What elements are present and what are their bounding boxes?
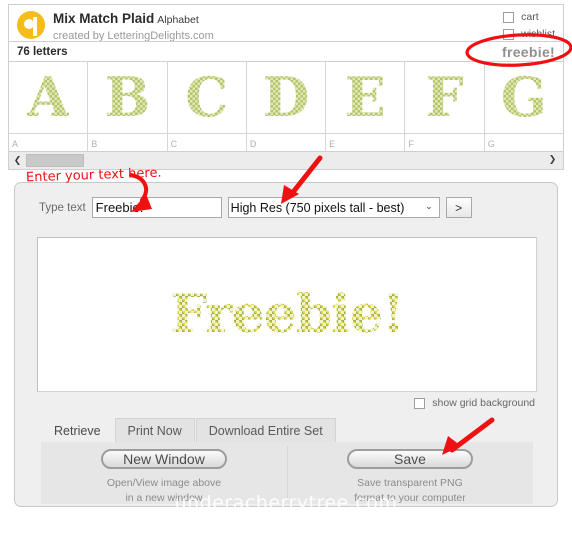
page-title: Mix Match Plaid: [53, 11, 155, 26]
letter-tag: B: [91, 139, 98, 149]
save-caption: Save transparent PNG format to your comp…: [354, 476, 465, 506]
letter-glyph: D: [262, 65, 310, 129]
generate-button[interactable]: >: [445, 197, 472, 218]
new-window-caption-line1: Open/View image above: [106, 477, 222, 489]
letter-glyph: C: [185, 65, 229, 129]
text-entry-row: Type text High Res (750 pixels tall - be…: [15, 183, 557, 218]
letter-cell[interactable]: C C: [167, 62, 247, 151]
letter-glyph: B: [104, 65, 151, 129]
preview-text: Freebie!: [170, 284, 404, 345]
letter-tag: D: [249, 139, 257, 149]
show-grid-checkbox-row[interactable]: show grid background: [414, 397, 535, 409]
product-card: Mix Match Plaid Alphabet created by Lette…: [8, 4, 564, 170]
tab-print-now[interactable]: Print Now: [114, 418, 195, 442]
cart-checkbox-row[interactable]: cart: [503, 11, 555, 23]
letter-tag-bar: [405, 133, 484, 151]
product-title-block: Mix Match Plaid Alphabet created by Lette…: [53, 10, 214, 43]
freebie-badge: freebie!: [502, 43, 555, 60]
new-window-button[interactable]: New Window: [101, 449, 227, 469]
save-button[interactable]: Save: [347, 449, 473, 469]
wishlist-checkbox-row[interactable]: wishlist: [503, 28, 555, 40]
letter-tag: G: [487, 139, 495, 149]
scrollbar-thumb[interactable]: [26, 154, 84, 167]
cart-label: cart: [521, 11, 539, 23]
tab-download-entire-set[interactable]: Download Entire Set: [195, 418, 336, 442]
letter-cell[interactable]: B B: [88, 62, 168, 151]
letter-grid: A A B B C C D D E E F F G G: [9, 62, 563, 151]
action-tabs: Retrieve Print Now Download Entire Set: [41, 418, 337, 442]
action-strip: New Window Open/View image above in a ne…: [41, 442, 533, 504]
letter-tag-bar: [484, 133, 563, 151]
letter-tag: C: [170, 139, 178, 149]
save-caption-line2: format to your computer: [354, 492, 466, 505]
letter-tag: A: [12, 139, 19, 149]
show-grid-checkbox[interactable]: [414, 397, 426, 409]
save-caption-line1: Save transparent PNG: [357, 477, 463, 489]
letter-tag-bar: [326, 133, 405, 151]
wishlist-label: wishlist: [521, 28, 555, 40]
letter-glyph: A: [27, 65, 70, 129]
letter-tag-bar: [246, 133, 326, 151]
lettering-delights-logo-icon: [17, 11, 45, 39]
new-window-caption: Open/View image above in a new window: [107, 476, 221, 506]
resolution-select[interactable]: High Res (750 pixels tall - best): [227, 197, 440, 218]
letter-tag-bar: [88, 133, 167, 151]
letter-tag-bar: [167, 133, 246, 151]
save-section: Save Save transparent PNG format to your…: [287, 442, 533, 504]
scroll-right-arrow-icon[interactable]: ❯: [544, 152, 561, 168]
show-grid-label: show grid background: [432, 397, 535, 409]
letter-glyph: E: [344, 65, 386, 129]
letter-cell[interactable]: G G: [484, 62, 563, 151]
wishlist-checkbox[interactable]: [503, 28, 515, 40]
letters-count-row: 76 letters freebie!: [9, 41, 563, 62]
preview-canvas: Freebie!: [37, 237, 537, 392]
cart-checkbox[interactable]: [503, 11, 515, 23]
letter-glyph: G: [500, 65, 547, 129]
letter-glyph: F: [425, 65, 464, 129]
letter-tag: E: [329, 139, 336, 149]
tab-retrieve[interactable]: Retrieve: [41, 418, 114, 442]
scroll-left-arrow-icon[interactable]: ❮: [9, 153, 26, 169]
letter-cell[interactable]: D D: [246, 62, 327, 151]
product-checkbox-group: cart wishlist: [503, 11, 555, 45]
letter-cell[interactable]: A A: [9, 62, 89, 151]
letter-cell[interactable]: E E: [326, 62, 406, 151]
product-subtitle: Alphabet: [157, 14, 199, 26]
text-generator-panel: Type text High Res (750 pixels tall - be…: [14, 182, 558, 507]
letters-count: 76 letters: [17, 45, 68, 58]
new-window-caption-line2: in a new window: [125, 492, 203, 505]
letter-tag-bar: [9, 133, 88, 151]
type-text-label: Type text: [39, 201, 86, 214]
letter-tag: F: [408, 139, 414, 149]
horizontal-scrollbar[interactable]: ❮ ❯: [9, 151, 563, 169]
letter-cell[interactable]: F F: [405, 62, 485, 151]
new-window-section: New Window Open/View image above in a ne…: [41, 442, 287, 504]
text-input[interactable]: [91, 197, 222, 218]
product-header: Mix Match Plaid Alphabet created by Lette…: [9, 5, 563, 43]
